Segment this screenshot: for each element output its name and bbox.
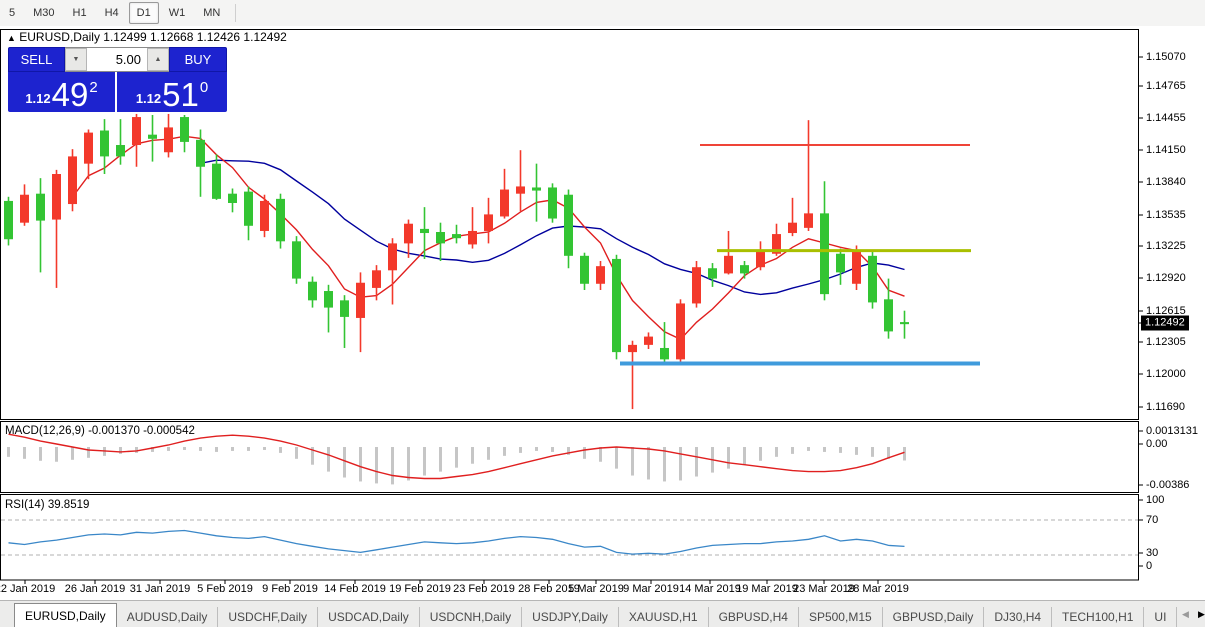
price-axis-label: 1.13535: [1146, 209, 1186, 221]
price-axis-label: 1.13840: [1146, 176, 1186, 188]
symbol-tab-usdchf[interactable]: USDCHF,Daily: [218, 607, 319, 627]
tab-scroll-right-icon[interactable]: ▶: [1193, 607, 1205, 623]
symbol-period-label: EURUSD,Daily: [19, 30, 100, 44]
date-axis-label: 9 Feb 2019: [262, 583, 318, 595]
price-axis-label: 1.12000: [1146, 368, 1186, 380]
price-axis-label: 1.14455: [1146, 112, 1186, 124]
rsi-axis-label: 100: [1146, 494, 1165, 506]
symbol-tab-gbpusd[interactable]: GBPUSD,Daily: [883, 607, 985, 627]
volume-increase-icon[interactable]: ▲: [147, 48, 169, 71]
symbol-tab-ui[interactable]: UI: [1144, 607, 1178, 627]
sell-price-button[interactable]: 1.12 49 2: [8, 72, 115, 112]
trading-platform-window: 5 M30 H1 H4 D1 W1 MN ▲ EURUSD,Daily 1.12499 1.…: [0, 0, 1205, 627]
volume-input[interactable]: 5.00: [87, 48, 147, 71]
sell-price-digits: 49: [51, 76, 89, 113]
volume-decrease-icon[interactable]: ▼: [65, 48, 87, 71]
date-axis-label: 19 Feb 2019: [389, 583, 451, 595]
symbol-tab-bar: EURUSD,Daily AUDUSD,Daily USDCHF,Daily USDC…: [0, 600, 1205, 627]
price-axis-label: 1.14150: [1146, 144, 1186, 156]
symbol-tab-sp500[interactable]: SP500,M15: [799, 607, 883, 627]
date-axis-label: 31 Jan 2019: [129, 583, 191, 595]
volume-stepper: ▼ 5.00 ▲: [65, 47, 169, 72]
collapse-panel-icon[interactable]: ▲: [7, 33, 16, 43]
date-axis-label: 22 Jan 2019: [0, 583, 56, 595]
price-axis-label: 1.13225: [1146, 240, 1186, 252]
date-axis-label: 26 Jan 2019: [64, 583, 126, 595]
one-click-trading-panel: SELL ▼ 5.00 ▲ BUY 1.12 49 2 1.12 51 0: [8, 47, 227, 112]
date-axis-label: 5 Feb 2019: [197, 583, 253, 595]
symbol-tab-gbpusd[interactable]: GBPUSD,H4: [709, 607, 799, 627]
symbol-tab-audusd[interactable]: AUDUSD,Daily: [117, 607, 219, 627]
date-axis-label: 28 Mar 2019: [847, 583, 909, 595]
rsi-axis-label: 30: [1146, 547, 1159, 559]
macd-axis-label: 0.0013131: [1146, 425, 1198, 437]
current-price-label: 1.12492: [1141, 315, 1189, 331]
rsi-axis-label: 70: [1146, 514, 1159, 526]
date-axis-label: 23 Feb 2019: [453, 583, 515, 595]
rsi-axis-label: 0: [1146, 560, 1153, 572]
sell-button[interactable]: SELL: [8, 47, 65, 72]
symbol-tab-usdcnh[interactable]: USDCNH,Daily: [420, 607, 523, 627]
symbol-tab-dj30[interactable]: DJ30,H4: [984, 607, 1053, 627]
symbol-tab-eurusd[interactable]: EURUSD,Daily: [14, 603, 117, 627]
buy-price-button[interactable]: 1.12 51 0: [117, 72, 227, 112]
symbol-tab-xauusd[interactable]: XAUUSD,H1: [619, 607, 709, 627]
price-axis-label: 1.14765: [1146, 80, 1186, 92]
symbol-tab-usdjpy[interactable]: USDJPY,Daily: [522, 607, 619, 627]
date-axis-label: 14 Feb 2019: [324, 583, 386, 595]
macd-axis-label: 0.00: [1146, 438, 1168, 450]
macd-indicator-label: MACD(12,26,9) -0.001370 -0.000542: [5, 425, 195, 437]
date-axis-label: 9 Mar 2019: [623, 583, 679, 595]
date-axis-label: 19 Mar 2019: [736, 583, 798, 595]
date-axis-label: 23 Mar 2019: [793, 583, 855, 595]
date-axis-label: 14 Mar 2019: [679, 583, 741, 595]
ohlc-values: 1.12499 1.12668 1.12426 1.12492: [103, 30, 287, 44]
date-axis-label: 5 Mar 2019: [568, 583, 624, 595]
chart-title: ▲ EURUSD,Daily 1.12499 1.12668 1.12426 1…: [7, 30, 287, 44]
sell-price-prefix: 1.12: [25, 91, 51, 106]
rsi-indicator-label: RSI(14) 39.8519: [5, 499, 90, 511]
price-axis-label: 1.11690: [1146, 401, 1185, 413]
tab-scroll-left-icon[interactable]: ◀: [1177, 607, 1193, 623]
price-axis-label: 1.12920: [1146, 272, 1186, 284]
buy-price-pipette: 0: [199, 79, 209, 96]
sell-price-pipette: 2: [89, 79, 98, 96]
buy-price-prefix: 1.12: [135, 91, 162, 106]
buy-price-digits: 51: [162, 76, 199, 113]
macd-axis-label: -0.00386: [1146, 479, 1190, 491]
tab-scroll-controls: ◀ ▶: [1177, 601, 1205, 627]
price-axis-label: 1.12305: [1146, 336, 1186, 348]
symbol-tab-tech100[interactable]: TECH100,H1: [1052, 607, 1145, 627]
price-axis-label: 1.15070: [1146, 51, 1186, 63]
buy-button[interactable]: BUY: [169, 47, 227, 72]
symbol-tab-usdcad[interactable]: USDCAD,Daily: [318, 607, 420, 627]
